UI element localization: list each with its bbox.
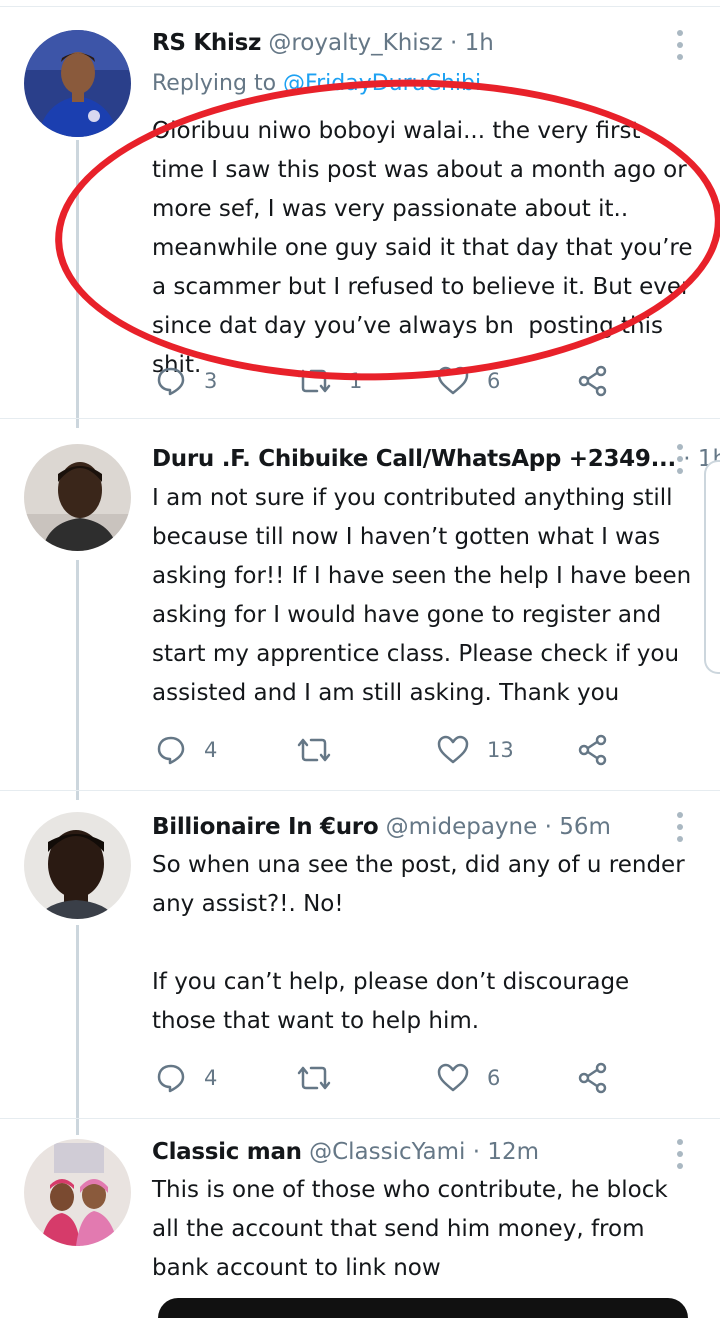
retweet-button[interactable] [297, 1060, 331, 1096]
tweet-divider [0, 418, 720, 419]
user-handle[interactable]: @midepayne [386, 814, 538, 840]
reply-count: 4 [204, 738, 218, 762]
reply-button[interactable]: 3 [156, 363, 217, 399]
tweet-header: Duru .F. Chibuike Call/WhatsApp +2349...… [152, 444, 720, 474]
reply-icon [156, 366, 186, 396]
like-button[interactable]: 6 [437, 1060, 500, 1096]
share-icon [577, 1062, 609, 1094]
like-button[interactable]: 6 [437, 363, 500, 399]
user-handle[interactable]: @ClassicYami [309, 1139, 465, 1165]
timestamp[interactable]: 56m [559, 814, 611, 840]
tweet-header: Billionaire In €uro @midepayne · 56m [152, 812, 611, 842]
more-icon[interactable] [668, 1139, 692, 1169]
separator-dot: · [472, 1139, 481, 1165]
avatar[interactable] [24, 1139, 131, 1246]
heart-icon [437, 1063, 469, 1093]
heart-icon [437, 735, 469, 765]
retweet-button[interactable]: 1 [297, 363, 362, 399]
timestamp[interactable]: 12m [487, 1139, 539, 1165]
display-name[interactable]: Duru .F. Chibuike Call/WhatsApp +2349... [152, 446, 676, 472]
mention-link[interactable]: @FridayDuruChibi [283, 71, 481, 96]
tweet-text: So when una see the post, did any of u r… [152, 852, 685, 1034]
share-icon [577, 734, 609, 766]
scroll-handle[interactable] [704, 460, 720, 674]
display-name[interactable]: RS Khisz [152, 30, 261, 56]
tweet-actions: 4 6 [152, 1060, 632, 1096]
more-icon[interactable] [668, 812, 692, 842]
tweet-divider [0, 790, 720, 791]
tweet-actions: 3 1 6 [152, 363, 632, 399]
tweet-item[interactable]: Classic man @ClassicYami · 12m This is o… [0, 1137, 720, 1305]
tweet-header: Classic man @ClassicYami · 12m [152, 1137, 539, 1167]
avatar[interactable] [24, 444, 131, 551]
display-name[interactable]: Classic man [152, 1139, 302, 1165]
like-button[interactable]: 13 [437, 732, 514, 768]
heart-icon [437, 366, 469, 396]
replying-label: Replying to [152, 71, 277, 96]
separator-dot: · [450, 30, 458, 56]
tweet-header: RS Khisz @royalty_Khisz · 1h [152, 28, 494, 58]
reply-icon [156, 735, 186, 765]
share-button[interactable] [577, 732, 609, 768]
retweet-icon [297, 1063, 331, 1093]
like-count: 13 [487, 738, 514, 762]
like-count: 6 [487, 1066, 501, 1090]
retweet-button[interactable] [297, 732, 331, 768]
bottom-bar [158, 1298, 688, 1318]
timestamp[interactable]: 1h [465, 30, 494, 56]
retweet-icon [297, 366, 331, 396]
display-name[interactable]: Billionaire In €uro [152, 814, 379, 840]
reply-count: 4 [204, 1066, 218, 1090]
tweet-item[interactable]: Duru .F. Chibuike Call/WhatsApp +2349...… [0, 442, 720, 787]
tweet-text: This is one of those who contribute, he … [152, 1177, 675, 1281]
more-icon[interactable] [668, 30, 692, 60]
tweet-text: Oloribuu niwo boboyi walai... the very f… [152, 118, 700, 378]
tweet-text: I am not sure if you contributed anythin… [152, 485, 699, 706]
retweet-icon [297, 735, 331, 765]
share-button[interactable] [577, 1060, 609, 1096]
reply-button[interactable]: 4 [156, 732, 217, 768]
reply-count: 3 [204, 369, 218, 393]
tweet-item[interactable]: Billionaire In €uro @midepayne · 56m So … [0, 810, 720, 1110]
avatar[interactable] [24, 30, 131, 137]
avatar[interactable] [24, 812, 131, 919]
share-button[interactable] [577, 363, 609, 399]
tweet-item[interactable]: RS Khisz @royalty_Khisz · 1h Replying to… [0, 28, 720, 408]
share-icon [577, 365, 609, 397]
reply-button[interactable]: 4 [156, 1060, 217, 1096]
top-divider [0, 6, 720, 7]
reply-icon [156, 1063, 186, 1093]
tweet-actions: 4 13 [152, 732, 632, 768]
retweet-count: 1 [349, 369, 363, 393]
more-icon[interactable] [668, 444, 692, 474]
user-handle[interactable]: @royalty_Khisz [268, 30, 442, 56]
separator-dot: · [544, 814, 552, 840]
tweet-divider [0, 1118, 720, 1119]
like-count: 6 [487, 369, 501, 393]
replying-to: Replying to @FridayDuruChibi [152, 69, 481, 99]
